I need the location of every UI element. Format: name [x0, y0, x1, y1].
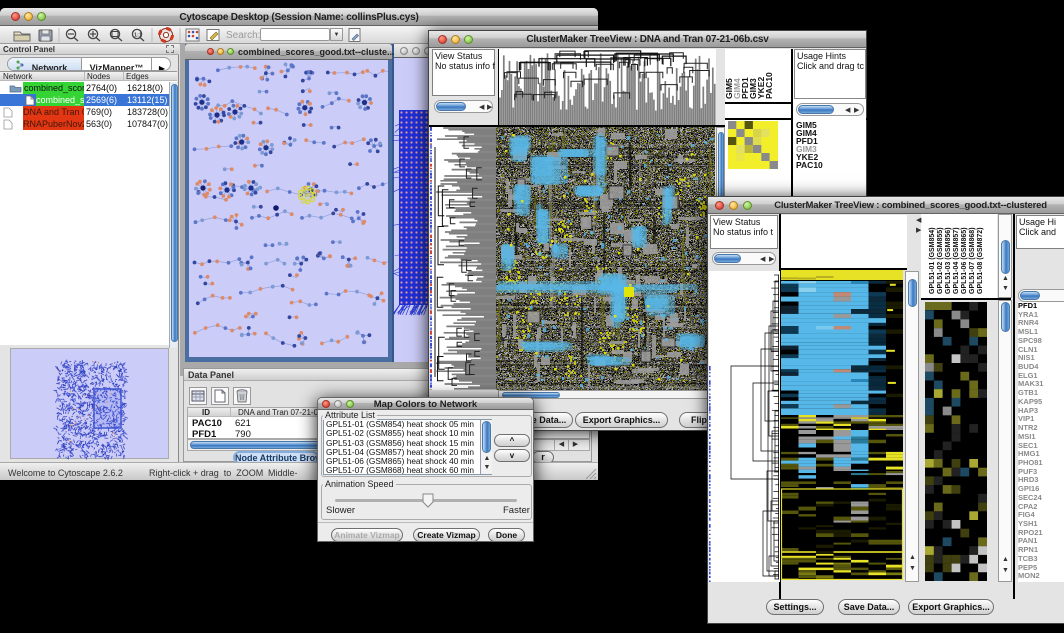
svg-text:GPL51-08 (GSM872): GPL51-08 (GSM872) [977, 227, 984, 294]
svg-text:GPL51-07 (GSM868): GPL51-07 (GSM868) [969, 227, 976, 294]
svg-text:GPL51-02 (GSM855): GPL51-02 (GSM855) [937, 227, 944, 294]
svg-text:GPL51-01 (GSM854): GPL51-01 (GSM854) [929, 227, 936, 294]
svg-text:GPL51-06 (GSM865): GPL51-06 (GSM865) [961, 227, 968, 294]
svg-text:GPL51-04 (GSM857): GPL51-04 (GSM857) [953, 227, 960, 294]
svg-text:1:1: 1:1 [134, 33, 142, 39]
svg-text:PAC10: PAC10 [764, 72, 774, 99]
svg-text:GPL51-03 (GSM856): GPL51-03 (GSM856) [945, 227, 952, 294]
